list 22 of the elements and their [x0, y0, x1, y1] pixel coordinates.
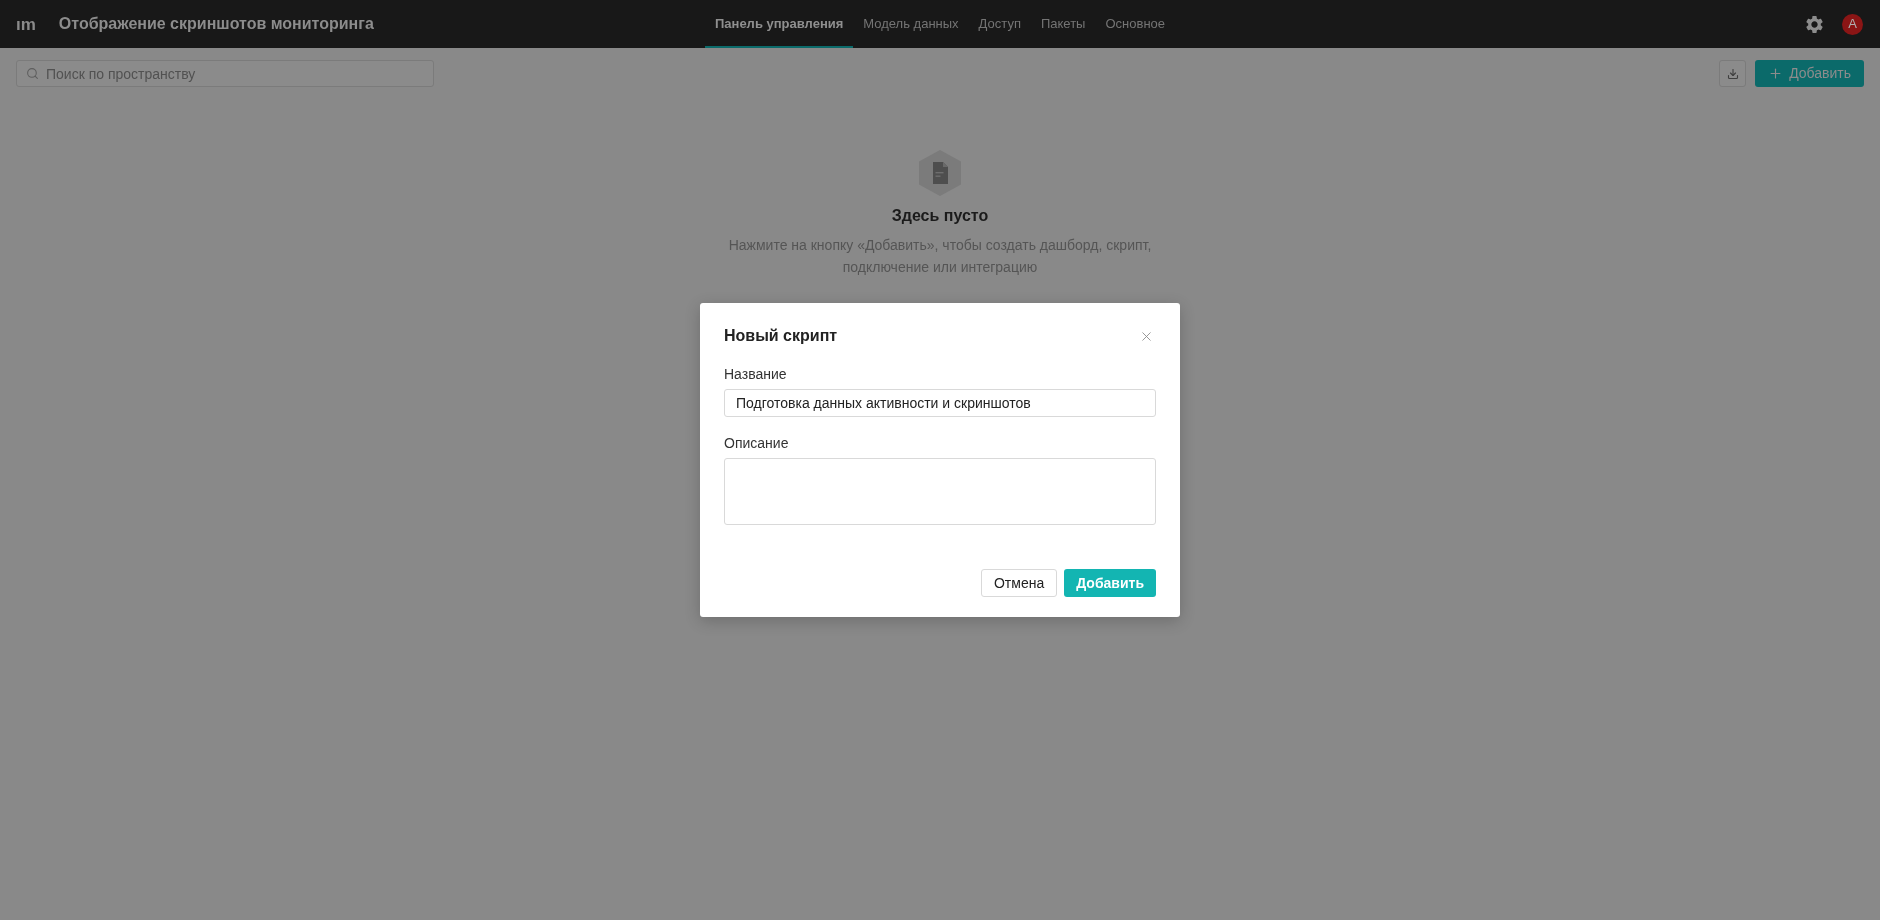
- plus-icon: [1768, 66, 1784, 81]
- app-title: Отображение скриншотов мониторинга: [58, 14, 374, 34]
- cancel-button[interactable]: Отмена: [980, 569, 1058, 597]
- search-field[interactable]: Поиск по пространству: [16, 60, 434, 87]
- document-icon: [919, 150, 961, 196]
- download-icon: [1726, 67, 1739, 80]
- empty-state-title: Здесь пусто: [891, 206, 989, 226]
- settings-icon[interactable]: [1804, 13, 1825, 35]
- nav-tab[interactable]: Панель управления: [704, 0, 854, 48]
- user-avatar[interactable]: A: [1842, 13, 1863, 35]
- nav-tab[interactable]: Основное: [1095, 0, 1176, 48]
- field-label: Название: [724, 365, 788, 383]
- dialog-title: Новый скрипт: [724, 326, 838, 346]
- add-button[interactable]: Добавить: [1064, 569, 1156, 597]
- nav-tab[interactable]: Пакеты: [1030, 0, 1096, 48]
- nav-tab[interactable]: Модель данных: [853, 0, 969, 48]
- field-label: Описание: [724, 434, 790, 452]
- logo[interactable]: ım: [16, 15, 36, 33]
- nav-tab[interactable]: Доступ: [968, 0, 1031, 48]
- download-button[interactable]: [1719, 60, 1747, 87]
- search-icon: [26, 67, 39, 80]
- name-input[interactable]: Подготовка данных активности и скриншотов: [724, 389, 1156, 417]
